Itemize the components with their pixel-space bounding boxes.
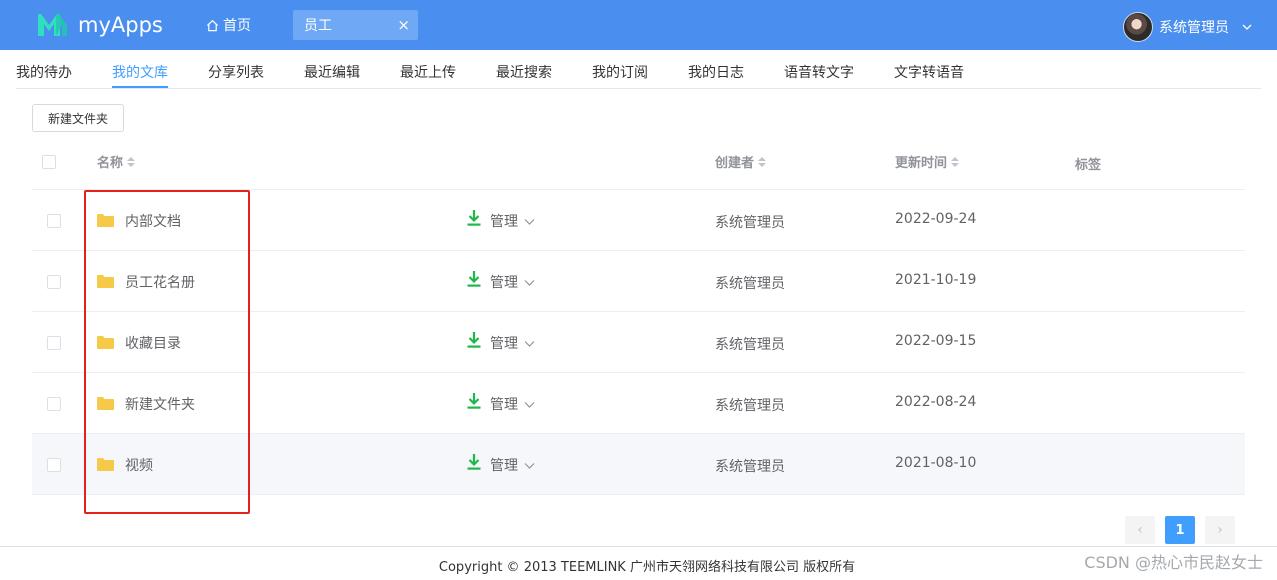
row-updated: 2022-08-24 xyxy=(895,394,977,410)
manage-label: 管理 xyxy=(490,336,518,352)
sort-icon[interactable] xyxy=(127,156,136,167)
download-icon[interactable] xyxy=(467,393,481,409)
watermark: CSDN @热心市民赵女士 xyxy=(1084,553,1263,572)
avatar xyxy=(1123,12,1153,42)
manage-label: 管理 xyxy=(490,397,518,413)
chevron-down-icon xyxy=(1242,24,1252,30)
close-icon[interactable]: × xyxy=(397,16,410,34)
manage-dropdown[interactable]: 管理 xyxy=(490,272,535,292)
page-number-button[interactable]: 1 xyxy=(1165,516,1195,544)
row-checkbox[interactable] xyxy=(47,336,61,350)
row-updated: 2022-09-15 xyxy=(895,333,977,349)
row-checkbox[interactable] xyxy=(47,397,61,411)
download-icon[interactable] xyxy=(467,210,481,226)
column-header-tags: 标签 xyxy=(1075,154,1101,173)
nav-item-share-list[interactable]: 分享列表 xyxy=(208,62,264,82)
row-updated: 2021-08-10 xyxy=(895,455,977,471)
column-header-updated[interactable]: 更新时间 xyxy=(895,152,960,171)
prev-page-button[interactable]: ‹ xyxy=(1125,516,1155,544)
column-header-updated-label: 更新时间 xyxy=(895,156,948,171)
nav-item-my-log[interactable]: 我的日志 xyxy=(688,62,744,82)
tab-employee-label: 员工 xyxy=(304,18,332,34)
column-header-name-label: 名称 xyxy=(97,156,124,171)
user-name: 系统管理员 xyxy=(1159,20,1229,36)
manage-label: 管理 xyxy=(490,275,518,291)
row-creator: 系统管理员 xyxy=(715,398,785,414)
top-bar: myApps 首页 员工 × 系统管理员 xyxy=(0,0,1277,50)
tab-home[interactable]: 首页 xyxy=(206,15,251,35)
column-header-creator-label: 创建者 xyxy=(715,156,755,171)
manage-dropdown[interactable]: 管理 xyxy=(490,211,535,231)
app-name: myApps xyxy=(78,13,163,37)
sort-icon[interactable] xyxy=(758,156,767,167)
row-updated: 2022-09-24 xyxy=(895,211,977,227)
new-folder-button[interactable]: 新建文件夹 xyxy=(32,104,124,132)
download-icon[interactable] xyxy=(467,454,481,470)
next-page-button[interactable]: › xyxy=(1205,516,1235,544)
tab-employee[interactable]: 员工 × xyxy=(293,10,418,40)
nav-item-recent-upload[interactable]: 最近上传 xyxy=(400,62,456,82)
user-menu[interactable]: 系统管理员 xyxy=(1123,12,1253,42)
manage-label: 管理 xyxy=(490,214,518,230)
logo-icon xyxy=(38,13,67,36)
chevron-down-icon xyxy=(524,279,535,286)
column-header-name[interactable]: 名称 xyxy=(97,152,136,171)
manage-dropdown[interactable]: 管理 xyxy=(490,333,535,353)
column-header-creator[interactable]: 创建者 xyxy=(715,152,767,171)
chevron-down-icon xyxy=(524,340,535,347)
table-header: 名称 创建者 更新时间 标签 xyxy=(32,138,1245,190)
row-checkbox[interactable] xyxy=(47,214,61,228)
nav-item-speech-to-text[interactable]: 语音转文字 xyxy=(784,62,854,82)
nav-item-my-library[interactable]: 我的文库 xyxy=(112,62,168,88)
row-creator: 系统管理员 xyxy=(715,215,785,231)
row-updated: 2021-10-19 xyxy=(895,272,977,288)
manage-dropdown[interactable]: 管理 xyxy=(490,455,535,475)
row-creator: 系统管理员 xyxy=(715,459,785,475)
app-logo[interactable]: myApps xyxy=(36,10,163,40)
nav-item-subscriptions[interactable]: 我的订阅 xyxy=(592,62,648,82)
row-creator: 系统管理员 xyxy=(715,337,785,353)
chevron-down-icon xyxy=(524,218,535,225)
tab-home-label: 首页 xyxy=(223,18,251,34)
chevron-down-icon xyxy=(524,401,535,408)
manage-dropdown[interactable]: 管理 xyxy=(490,394,535,414)
nav-item-todo[interactable]: 我的待办 xyxy=(16,62,72,82)
column-header-tags-label: 标签 xyxy=(1075,158,1102,173)
nav-item-text-to-speech[interactable]: 文字转语音 xyxy=(894,62,964,82)
nav-divider xyxy=(16,88,1261,89)
manage-label: 管理 xyxy=(490,458,518,474)
row-creator: 系统管理员 xyxy=(715,276,785,292)
sort-icon[interactable] xyxy=(951,156,960,167)
sub-nav: 我的待办 我的文库 分享列表 最近编辑 最近上传 最近搜索 我的订阅 我的日志 … xyxy=(0,50,1277,90)
download-icon[interactable] xyxy=(467,332,481,348)
select-all-checkbox[interactable] xyxy=(42,155,56,169)
row-checkbox[interactable] xyxy=(47,458,61,472)
footer-divider xyxy=(0,546,1277,547)
download-icon[interactable] xyxy=(467,271,481,287)
annotation-highlight-box xyxy=(84,190,250,514)
home-icon xyxy=(206,19,219,31)
nav-item-recent-search[interactable]: 最近搜索 xyxy=(496,62,552,82)
chevron-down-icon xyxy=(524,462,535,469)
nav-item-recent-edit[interactable]: 最近编辑 xyxy=(304,62,360,82)
row-checkbox[interactable] xyxy=(47,275,61,289)
